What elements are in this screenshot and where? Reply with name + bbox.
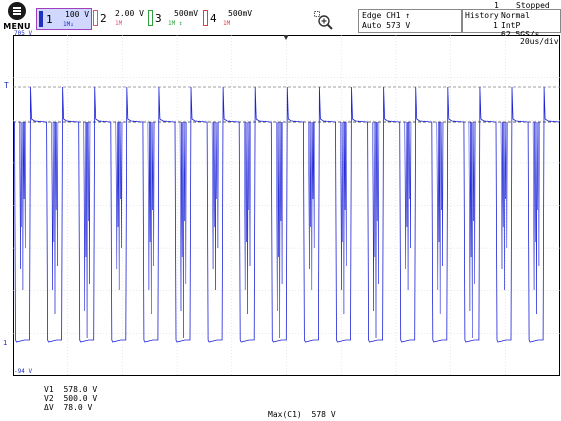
channel-4-number: 4 <box>210 12 217 25</box>
channel-4-scale: 500mV <box>228 9 253 18</box>
trigger-level-marker[interactable]: T <box>4 81 9 90</box>
acquisition-history-count: 1 <box>493 21 498 30</box>
top-voltage-label: 705 V <box>14 30 33 37</box>
history-label: History <box>465 11 499 20</box>
acquisition-panel[interactable]: History Normal 1 IntP 62.5GS/s <box>462 9 561 39</box>
channel-3-color-swatch <box>148 10 153 26</box>
measurement-label: Max(C1) <box>268 410 302 419</box>
channel-2-scale: 2.00 V <box>115 9 144 18</box>
channel-2-color-swatch <box>93 10 98 26</box>
channel-1-color-swatch <box>39 11 43 27</box>
channel-1-number: 1 <box>46 13 53 26</box>
channel-3-scale: 500mV <box>174 9 199 18</box>
measurement-readout: Max(C1) 578 V <box>268 410 336 419</box>
channel-4-coupling: 1M <box>223 20 231 27</box>
cursor-v2-readout: V2 500.0 V <box>44 394 98 403</box>
zoom-icon[interactable] <box>314 11 334 31</box>
channel-2-button[interactable]: 2 2.00 V 1M <box>91 8 146 28</box>
channel-2-coupling: 1M <box>115 20 123 27</box>
channel-1-ground-marker[interactable]: 1 <box>3 339 7 347</box>
cursor-dv-value: 78.0 V <box>63 403 93 412</box>
trigger-mode: Auto 573 V <box>362 21 411 30</box>
bottom-voltage-label: -94 V <box>14 368 33 375</box>
channel-2-number: 2 <box>100 12 107 25</box>
trigger-panel[interactable]: Edge CH1 ↑ Auto 573 V <box>358 9 462 33</box>
trigger-type: Edge CH1 ↑ <box>362 11 411 20</box>
waveform-display[interactable] <box>13 35 560 376</box>
channel-1-button[interactable]: 1 100 V 1M↓ <box>36 8 92 30</box>
channel-3-coupling: 1M ↕ <box>168 20 183 27</box>
channel-1-coupling: 1M↓ <box>63 21 74 28</box>
acquisition-mode: Normal <box>501 11 530 20</box>
timebase-label: 20us/div <box>520 37 559 46</box>
cursor-dv-readout: ΔV 78.0 V <box>44 403 93 412</box>
top-bar: MENU 1 100 V 1M↓ 2 2.00 V 1M 3 500mV 1M … <box>0 0 561 39</box>
channel-1-scale: 100 V <box>65 10 90 19</box>
cursor-v2-value: 500.0 V <box>63 394 98 403</box>
channel-3-button[interactable]: 3 500mV 1M ↕ <box>146 8 201 28</box>
channel-4-color-swatch <box>203 10 208 26</box>
measurement-value: 578 V <box>311 410 336 419</box>
channel-3-number: 3 <box>155 12 162 25</box>
channel-4-button[interactable]: 4 500mV 1M <box>201 8 256 28</box>
menu-lines-icon <box>13 7 21 15</box>
menu-button[interactable]: MENU <box>2 1 32 33</box>
cursor-v1-value: 578.0 V <box>63 385 98 394</box>
cursor-v1-readout: V1 578.0 V <box>44 385 98 394</box>
